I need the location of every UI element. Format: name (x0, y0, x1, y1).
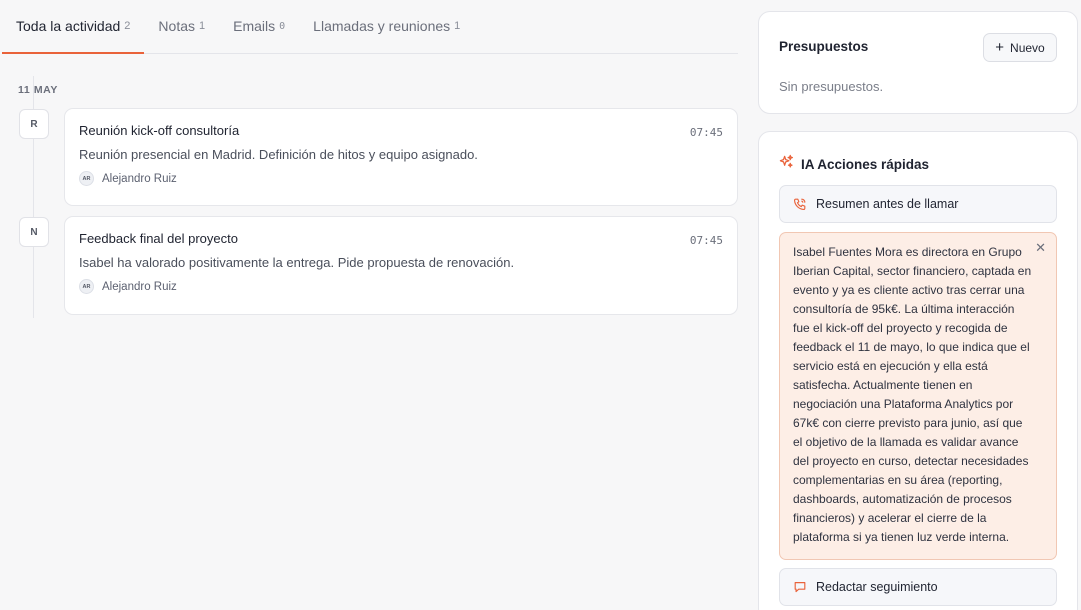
ai-summary-box: ✕ Isabel Fuentes Mora es directora en Gr… (779, 232, 1057, 560)
avatar: AR (79, 279, 94, 294)
avatar: AR (79, 171, 94, 186)
author-name: Alejandro Ruiz (102, 172, 177, 185)
activity-title: Reunión kick-off consultoría (79, 123, 240, 138)
page: Toda la actividad 2 Notas 1 Emails 0 Lla… (0, 0, 1081, 610)
tab-notes[interactable]: Notas 1 (144, 0, 219, 53)
timeline-date-label: 11 MAY (18, 84, 58, 96)
tab-label: Emails (233, 18, 276, 34)
phone-icon (793, 197, 807, 211)
activity-card[interactable]: Feedback final del proyecto 07:45 Isabel… (64, 216, 738, 315)
budgets-panel: Presupuestos + Nuevo Sin presupuestos. (758, 11, 1078, 114)
pre-call-summary-button[interactable]: Resumen antes de llamar (779, 185, 1057, 223)
activity-tabs: Toda la actividad 2 Notas 1 Emails 0 Lla… (2, 0, 738, 54)
timeline-marker-note: N (19, 217, 49, 247)
tab-emails[interactable]: Emails 0 (219, 0, 299, 53)
sparkles-icon (779, 154, 794, 174)
new-budget-label: Nuevo (1010, 40, 1045, 55)
tab-count: 1 (454, 20, 461, 32)
activity-description: Reunión presencial en Madrid. Definición… (79, 147, 478, 162)
draft-follow-up-button[interactable]: Redactar seguimiento (779, 568, 1057, 606)
tab-label: Notas (158, 18, 195, 34)
budgets-empty-state: Sin presupuestos. (779, 79, 884, 94)
activity-time: 07:45 (689, 126, 723, 139)
ai-summary-text: Isabel Fuentes Mora es directora en Grup… (793, 245, 1032, 544)
pre-call-summary-label: Resumen antes de llamar (816, 197, 959, 211)
activity-description: Isabel ha valorado positivamente la entr… (79, 255, 515, 270)
ai-quick-actions-panel: IA Acciones rápidas Resumen antes de lla… (758, 131, 1078, 610)
activity-author: AR Alejandro Ruiz (79, 279, 723, 294)
activity-author: AR Alejandro Ruiz (79, 171, 723, 186)
tab-calls-meetings[interactable]: Llamadas y reuniones 1 (299, 0, 474, 53)
timeline-marker-meeting: R (19, 109, 49, 139)
plus-icon: + (995, 39, 1005, 56)
tab-count: 0 (279, 20, 286, 32)
tab-all-activity[interactable]: Toda la actividad 2 (2, 0, 145, 54)
ai-header: IA Acciones rápidas (779, 154, 929, 174)
ai-panel-title: IA Acciones rápidas (801, 156, 930, 172)
tab-label: Llamadas y reuniones (313, 18, 451, 34)
close-icon[interactable]: ✕ (1035, 241, 1046, 254)
tab-label: Toda la actividad (16, 18, 121, 34)
message-icon (793, 580, 807, 594)
activity-section: Toda la actividad 2 Notas 1 Emails 0 Lla… (0, 0, 740, 610)
draft-follow-up-label: Redactar seguimiento (816, 580, 938, 594)
activity-title: Feedback final del proyecto (79, 231, 238, 246)
budgets-title: Presupuestos (779, 39, 869, 54)
activity-card[interactable]: Reunión kick-off consultoría 07:45 Reuni… (64, 108, 738, 206)
new-budget-button[interactable]: + Nuevo (983, 33, 1057, 62)
activity-time: 07:45 (689, 234, 723, 247)
tab-count: 2 (124, 20, 131, 32)
tab-count: 1 (199, 20, 206, 32)
author-name: Alejandro Ruiz (102, 280, 177, 293)
